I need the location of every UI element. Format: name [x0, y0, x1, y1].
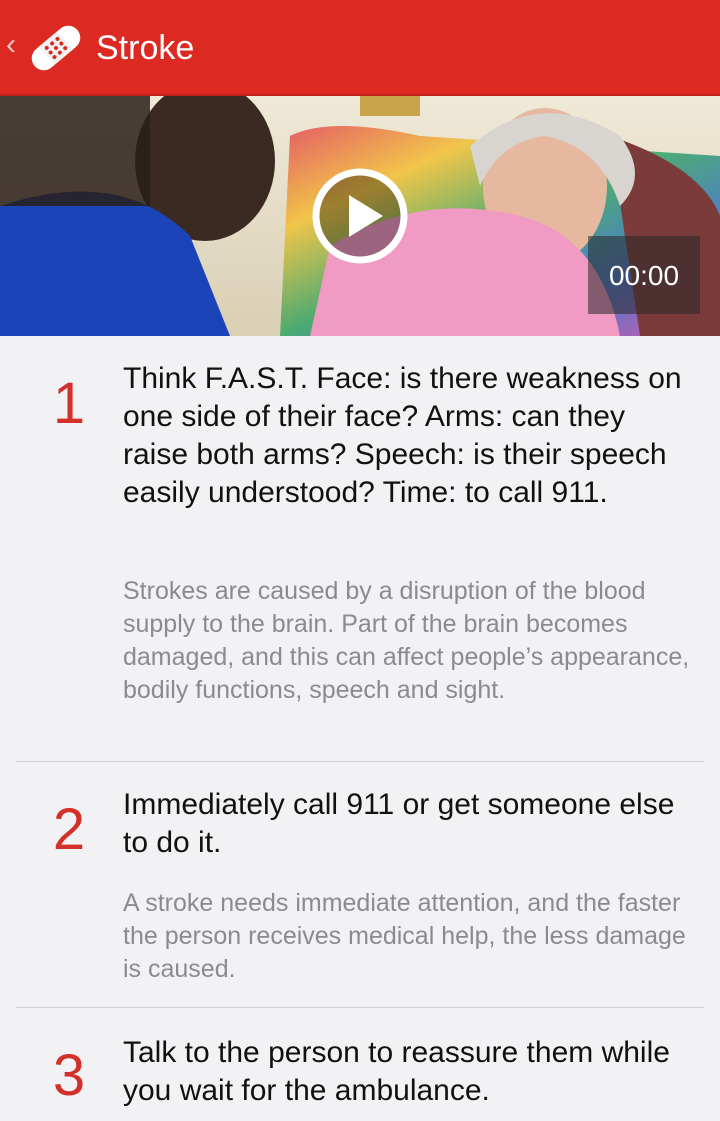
step-heading: Immediately call 911 or get someone else…: [123, 788, 675, 859]
step-number: 2: [52, 797, 86, 862]
back-button[interactable]: ‹: [0, 0, 96, 94]
step-number: 3: [52, 1043, 86, 1108]
page-title: Stroke: [96, 29, 195, 67]
step-description: Strokes are caused by a disruption of th…: [123, 577, 690, 704]
app-bar: ‹ Stroke: [0, 0, 720, 96]
step-heading: Think F.A.S.T. Face: is there weakness o…: [123, 362, 682, 509]
step-description: A stroke needs immediate attention, and …: [123, 889, 686, 983]
divider: [16, 761, 704, 762]
play-icon[interactable]: [312, 168, 408, 264]
step-number: 1: [52, 371, 86, 436]
time-overlay: 00:00: [588, 236, 700, 314]
video-player[interactable]: 00:00: [0, 96, 720, 336]
divider: [16, 1007, 704, 1008]
step-heading: Talk to the person to reassure them whil…: [123, 1036, 670, 1107]
bandage-icon: [31, 25, 81, 71]
video-time: 00:00: [608, 260, 680, 291]
chevron-left-icon: ‹: [6, 28, 16, 61]
